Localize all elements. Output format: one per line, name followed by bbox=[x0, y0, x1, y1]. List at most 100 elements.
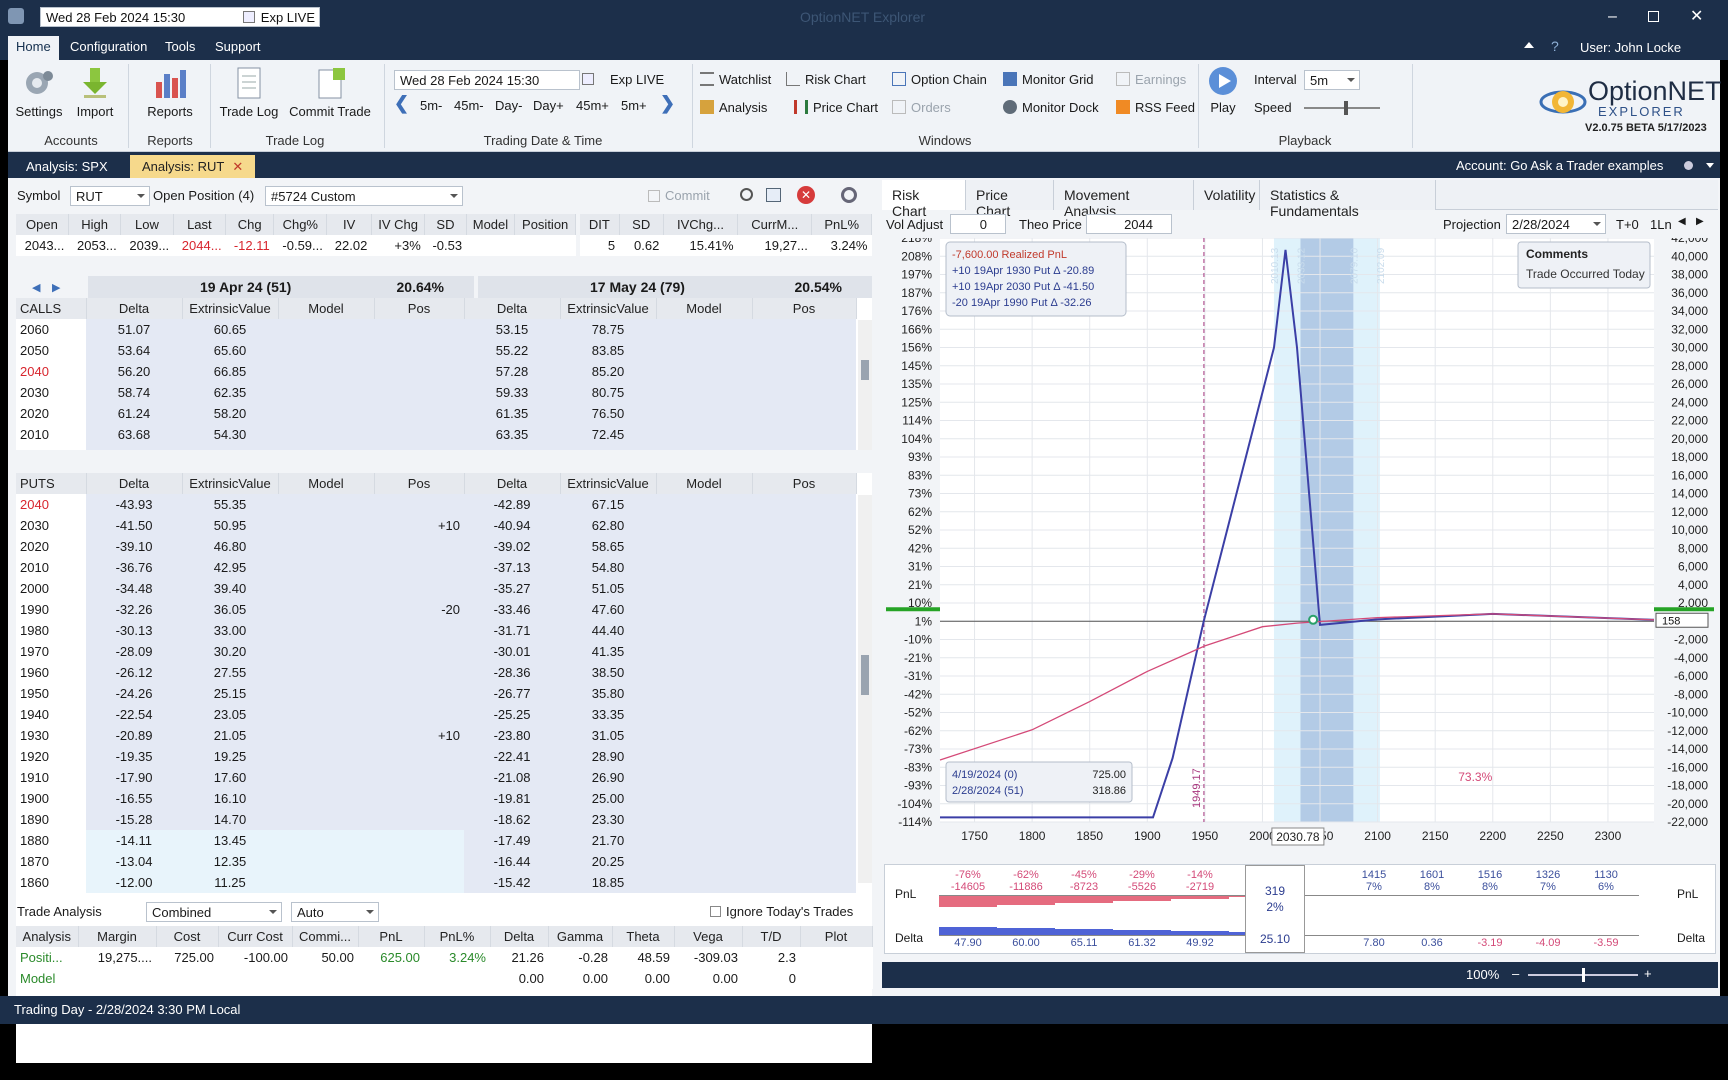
analysis-button[interactable]: Analysis bbox=[700, 100, 767, 115]
chain-cell[interactable]: 54.80 bbox=[560, 557, 656, 578]
chain-cell[interactable]: 55.35 bbox=[182, 494, 278, 515]
chain-cell[interactable] bbox=[752, 767, 856, 788]
chain-cell[interactable] bbox=[656, 767, 752, 788]
chain-cell[interactable]: 11.25 bbox=[182, 872, 278, 893]
chain-cell[interactable]: -22.54 bbox=[86, 704, 182, 725]
chain-cell[interactable] bbox=[656, 683, 752, 704]
chain-cell[interactable] bbox=[374, 662, 464, 683]
calls-scrollbar[interactable] bbox=[858, 320, 872, 450]
chain-cell[interactable] bbox=[752, 515, 856, 536]
position-select[interactable]: #5724 Custom bbox=[265, 186, 463, 206]
chain-cell[interactable]: 41.35 bbox=[560, 641, 656, 662]
chain-cell[interactable] bbox=[656, 340, 752, 361]
menu-configuration[interactable]: Configuration bbox=[70, 39, 147, 54]
chain-cell[interactable]: -19.35 bbox=[86, 746, 182, 767]
chain-cell[interactable]: 53.64 bbox=[86, 340, 182, 361]
chain-cell[interactable]: -17.90 bbox=[86, 767, 182, 788]
chain-row[interactable]: 1910 -17.90 17.60 -21.08 26.90 bbox=[16, 767, 856, 788]
chain-row[interactable]: 1920 -19.35 19.25 -22.41 28.90 bbox=[16, 746, 856, 767]
chain-cell[interactable] bbox=[752, 809, 856, 830]
chain-cell[interactable]: 59.33 bbox=[464, 382, 560, 403]
import-button[interactable]: Import bbox=[70, 66, 120, 119]
chain-cell[interactable]: 50.65 bbox=[182, 445, 278, 450]
step-5m-back[interactable]: 5m- bbox=[420, 98, 442, 113]
risk-chart[interactable]: 42,000 218% 40,000 208% 38,000 197% 36,000 187%… bbox=[878, 238, 1720, 848]
current-price-marker[interactable] bbox=[1308, 614, 1319, 625]
chain-cell[interactable]: 25.00 bbox=[560, 788, 656, 809]
chain-cell[interactable]: 33.00 bbox=[182, 620, 278, 641]
chain-row[interactable]: 1990 -32.26 36.05 -20 -33.46 47.60 bbox=[16, 599, 856, 620]
chain-cell[interactable] bbox=[278, 361, 374, 382]
chain-row[interactable]: 2060 51.07 60.65 53.15 78.75 bbox=[16, 319, 856, 340]
title-date-field[interactable]: Wed 28 Feb 2024 15:30 Exp LIVE bbox=[40, 7, 320, 27]
reports-button[interactable]: Reports bbox=[140, 66, 200, 119]
chain-cell[interactable]: -14.11 bbox=[86, 830, 182, 851]
chain-cell[interactable] bbox=[656, 445, 752, 450]
chain-cell[interactable] bbox=[752, 382, 856, 403]
chain-cell[interactable] bbox=[752, 536, 856, 557]
chain-cell[interactable]: -39.02 bbox=[464, 536, 560, 557]
chain-cell[interactable] bbox=[374, 361, 464, 382]
chain-cell[interactable]: -37.13 bbox=[464, 557, 560, 578]
strike-cell[interactable]: 2010 bbox=[16, 557, 86, 578]
chain-cell[interactable]: 30.20 bbox=[182, 641, 278, 662]
monitor-grid-button[interactable]: Monitor Grid bbox=[1003, 72, 1094, 87]
commit-trade-button[interactable]: Commit Trade bbox=[286, 66, 374, 119]
chain-cell[interactable]: 23.30 bbox=[560, 809, 656, 830]
remove-position-icon[interactable]: ✕ bbox=[797, 186, 815, 204]
chain-row[interactable]: 2040 56.20 66.85 57.28 85.20 bbox=[16, 361, 856, 382]
chain-cell[interactable]: -16.44 bbox=[464, 851, 560, 872]
chain-cell[interactable] bbox=[752, 578, 856, 599]
tab-volatility[interactable]: Volatility bbox=[1194, 180, 1260, 210]
chain-cell[interactable]: 51.07 bbox=[86, 319, 182, 340]
interval-select[interactable]: 5m bbox=[1304, 70, 1360, 90]
chain-cell[interactable] bbox=[278, 340, 374, 361]
chain-cell[interactable] bbox=[278, 830, 374, 851]
chain-cell[interactable] bbox=[656, 319, 752, 340]
zoom-out-icon[interactable]: – bbox=[1512, 966, 1519, 981]
chain-cell[interactable]: 80.75 bbox=[560, 382, 656, 403]
menu-tools[interactable]: Tools bbox=[165, 39, 195, 54]
chain-cell[interactable] bbox=[752, 788, 856, 809]
chain-row[interactable]: 1950 -24.26 25.15 -26.77 35.80 bbox=[16, 683, 856, 704]
account-menu-icon[interactable] bbox=[1706, 163, 1714, 168]
tab-risk-chart[interactable]: Risk Chart bbox=[882, 180, 966, 219]
chain-cell[interactable] bbox=[278, 515, 374, 536]
chain-cell[interactable]: 27.55 bbox=[182, 662, 278, 683]
chain-cell[interactable] bbox=[278, 578, 374, 599]
chain-cell[interactable] bbox=[374, 578, 464, 599]
chain-cell[interactable] bbox=[656, 515, 752, 536]
chain-cell[interactable] bbox=[752, 445, 856, 450]
chain-nav-back-icon[interactable]: ◀ bbox=[32, 281, 40, 294]
chain-cell[interactable]: -25.25 bbox=[464, 704, 560, 725]
strike-cell[interactable]: 2000 bbox=[16, 578, 86, 599]
chain-cell[interactable] bbox=[278, 445, 374, 450]
chain-cell[interactable]: 58.74 bbox=[86, 382, 182, 403]
chain-cell[interactable]: 67.15 bbox=[560, 494, 656, 515]
tab-statistics-fundamentals[interactable]: Statistics & Fundamentals bbox=[1260, 180, 1436, 219]
chain-cell[interactable] bbox=[656, 494, 752, 515]
strike-cell[interactable]: 1970 bbox=[16, 641, 86, 662]
chain-cell[interactable]: 65.60 bbox=[182, 340, 278, 361]
chain-cell[interactable]: 56.20 bbox=[86, 361, 182, 382]
chain-row[interactable]: 1970 -28.09 30.20 -30.01 41.35 bbox=[16, 641, 856, 662]
chain-cell[interactable]: 60.65 bbox=[182, 319, 278, 340]
chain-cell[interactable]: -15.42 bbox=[464, 872, 560, 893]
chain-cell[interactable] bbox=[374, 809, 464, 830]
chain-cell[interactable] bbox=[374, 641, 464, 662]
chain-cell[interactable] bbox=[374, 494, 464, 515]
menu-support[interactable]: Support bbox=[215, 39, 261, 54]
chain-cell[interactable] bbox=[374, 445, 464, 450]
chain-cell[interactable]: 57.28 bbox=[464, 361, 560, 382]
chain-cell[interactable] bbox=[656, 361, 752, 382]
watchlist-button[interactable]: Watchlist bbox=[700, 72, 771, 87]
earnings-button[interactable]: Earnings bbox=[1116, 72, 1186, 87]
projection-back-icon[interactable]: ◀ bbox=[1678, 216, 1686, 227]
chain-row[interactable]: 1930 -20.89 21.05 +10 -23.80 31.05 bbox=[16, 725, 856, 746]
checkbox-box[interactable] bbox=[710, 906, 721, 917]
chain-cell[interactable]: 23.05 bbox=[182, 704, 278, 725]
chain-cell[interactable]: -20 bbox=[374, 599, 464, 620]
chain-cell[interactable]: 61.35 bbox=[464, 403, 560, 424]
settings-button[interactable]: Settings bbox=[14, 66, 64, 119]
tab-price-chart[interactable]: Price Chart bbox=[966, 180, 1054, 219]
